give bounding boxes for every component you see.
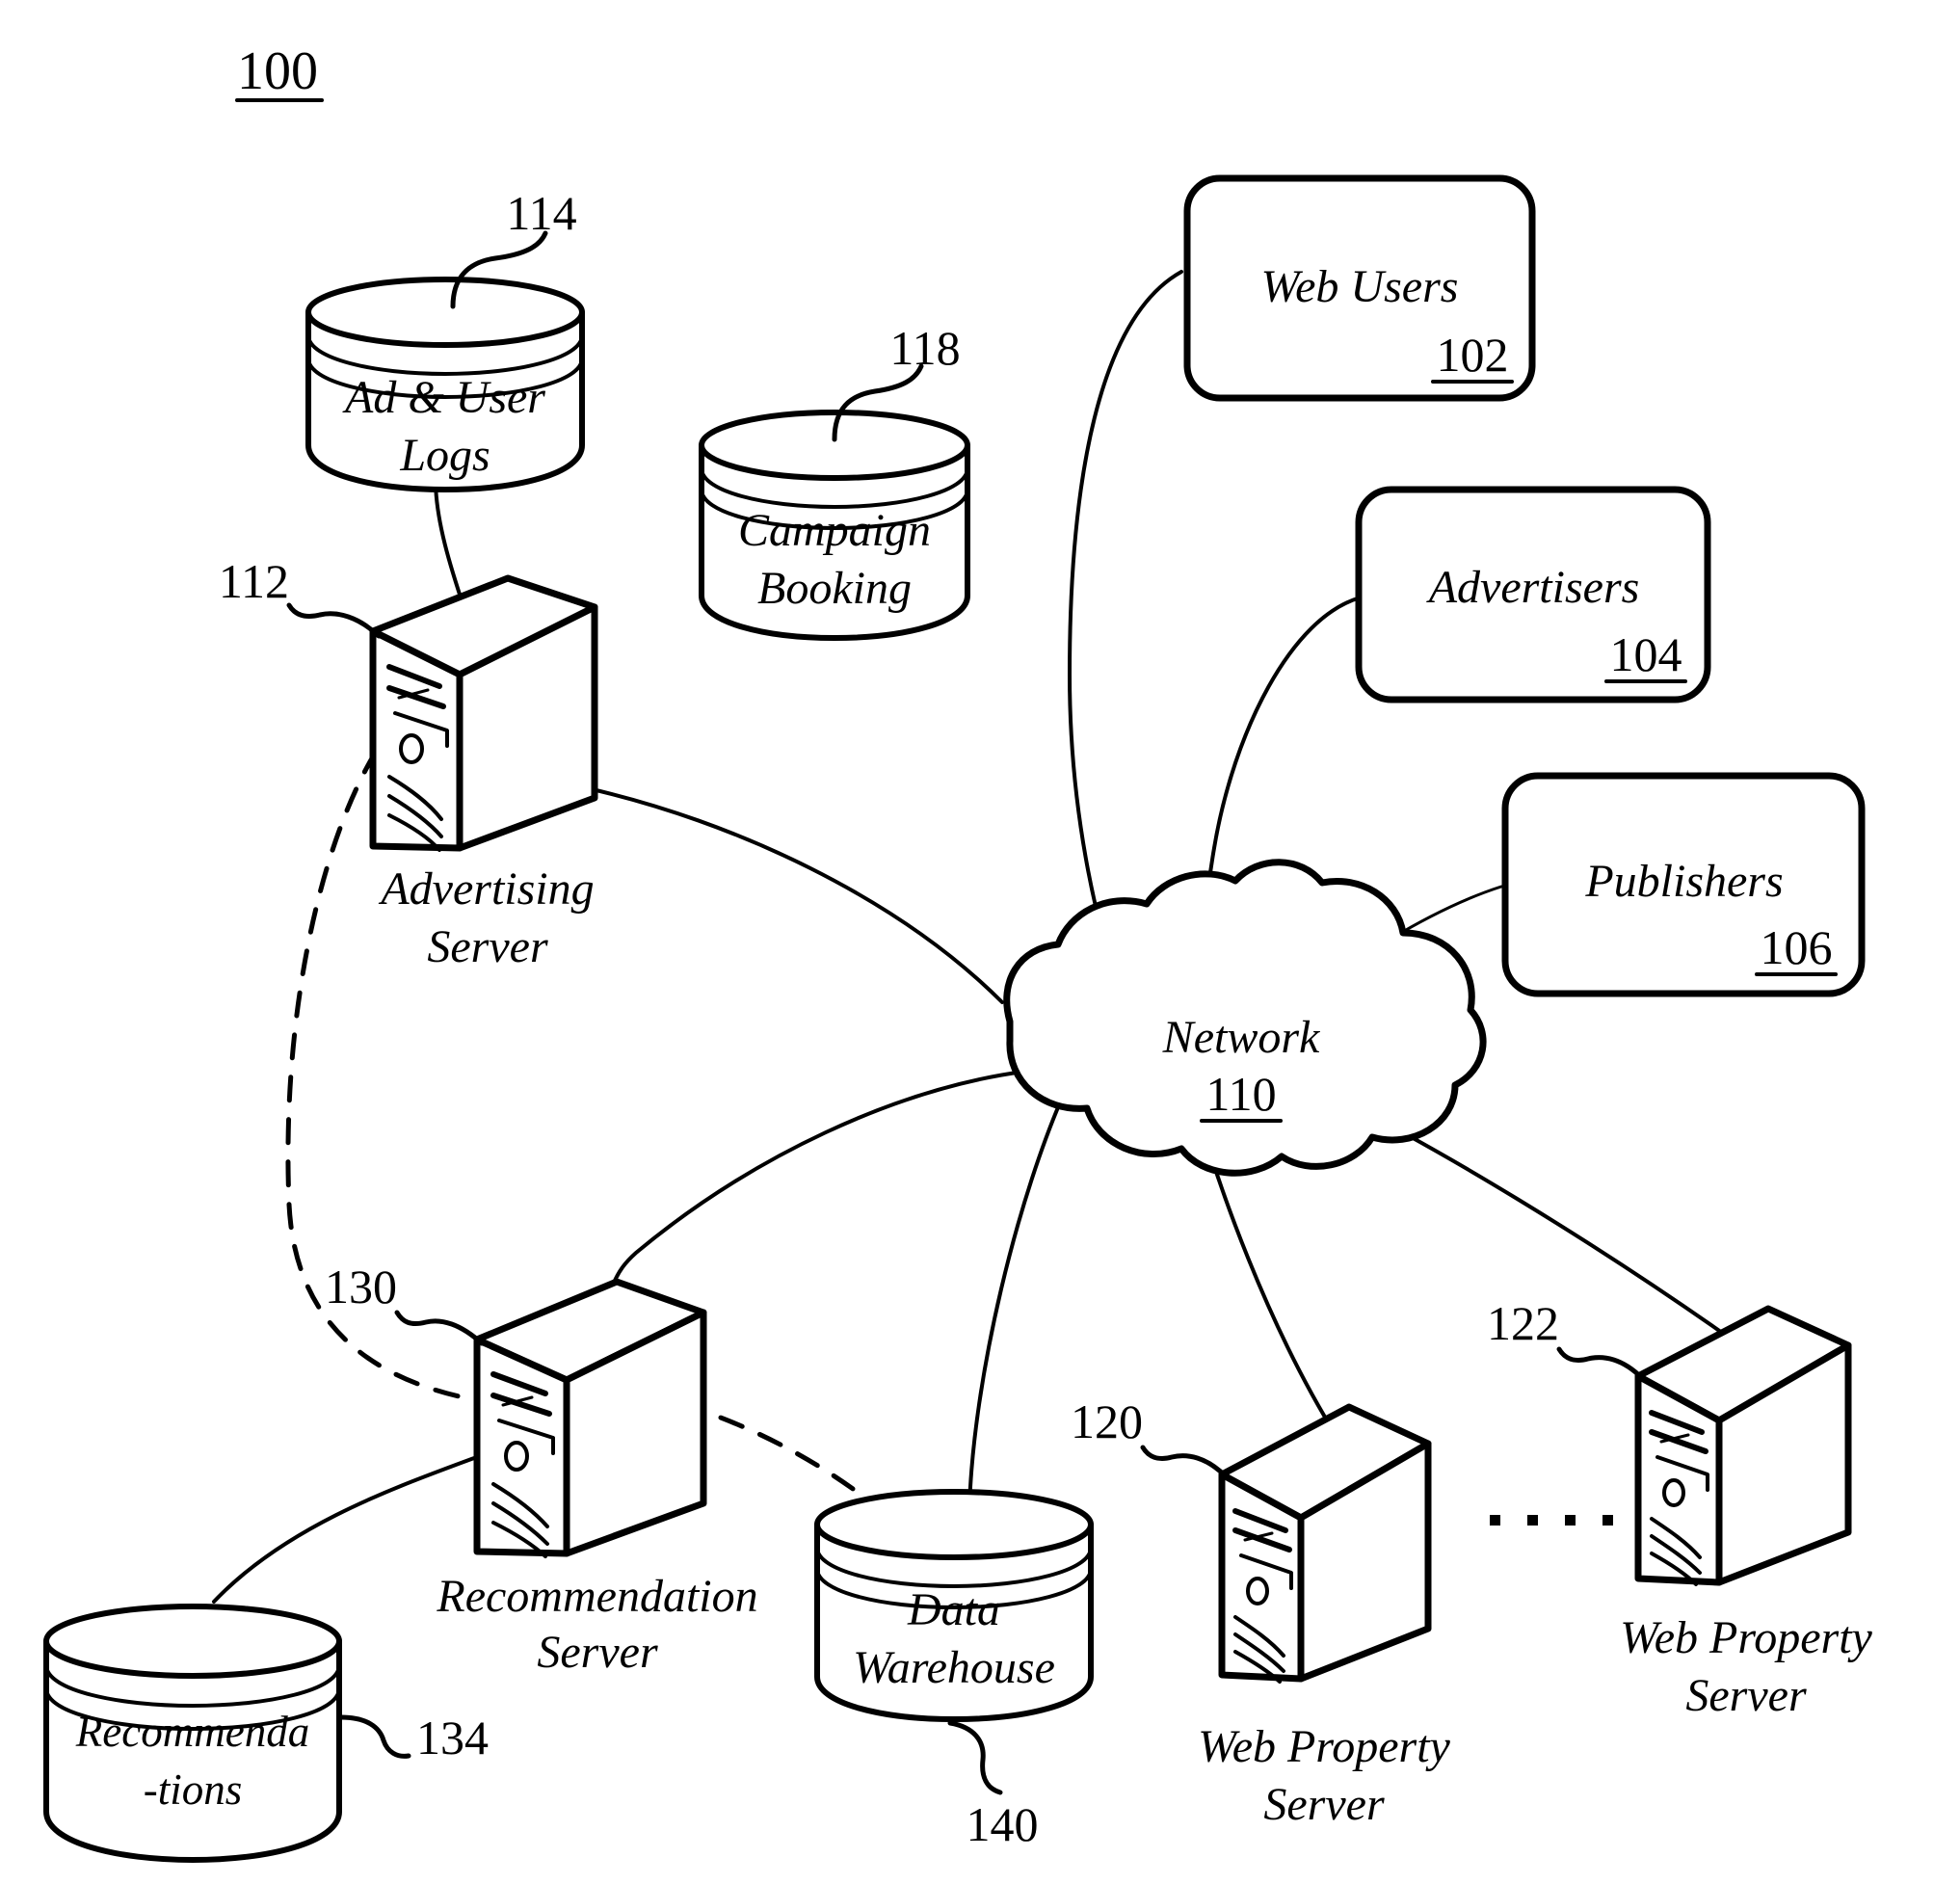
- adlogs-label-line1: Ad & User: [342, 372, 545, 423]
- publishers-ref: 106: [1755, 920, 1838, 976]
- recommendations-db[interactable]: Recommenda -tions 134: [43, 1604, 489, 1863]
- campaign-label-line1: Campaign: [738, 505, 931, 556]
- wps1-leader: [1140, 1445, 1229, 1479]
- warehouse-ref-number: 140: [967, 1797, 1039, 1851]
- warehouse-leader: [947, 1720, 1003, 1795]
- wps1-label-line2: Server: [1263, 1779, 1385, 1830]
- web-users-ref: 102: [1431, 328, 1514, 384]
- wps1-label-line1: Web Property: [1198, 1721, 1450, 1772]
- warehouse-cylinder-top: [814, 1489, 1094, 1560]
- recserver-label-line2: Server: [537, 1627, 658, 1678]
- advserver-label-line2: Server: [427, 921, 548, 972]
- adlogs-ref-number: 114: [506, 186, 576, 240]
- figure-number: 100: [235, 41, 324, 102]
- wps1-ref-number: 120: [1071, 1394, 1143, 1448]
- link-warehouse-network: [967, 1083, 1070, 1510]
- patent-figure: Network 110 Web Users 102 Advertisers 10…: [0, 0, 1960, 1884]
- figure-number-text: 100: [237, 41, 318, 101]
- recdb-leader: [338, 1714, 411, 1759]
- network-label: Network: [1162, 1012, 1321, 1063]
- data-warehouse-db[interactable]: Data Warehouse 140: [814, 1489, 1094, 1851]
- web-property-server-1-tower[interactable]: Web Property Server 120: [1071, 1394, 1451, 1830]
- advertisers-label: Advertisers: [1426, 562, 1640, 613]
- publishers-ref-number: 106: [1761, 920, 1833, 974]
- advertisers-box[interactable]: Advertisers 104: [1355, 486, 1711, 703]
- advserver-ref-number: 112: [219, 554, 289, 608]
- warehouse-label-line1: Data: [907, 1584, 1000, 1635]
- campaign-booking-db[interactable]: Campaign Booking 118: [699, 321, 970, 641]
- recdb-label-line2: -tions: [144, 1765, 243, 1814]
- ellipsis-dot: [1602, 1515, 1613, 1526]
- adlogs-label-line2: Logs: [399, 430, 490, 481]
- advertising-server-tower[interactable]: Advertising Server 112: [219, 554, 598, 972]
- system-architecture-diagram: Network 110 Web Users 102 Advertisers 10…: [43, 41, 1873, 1863]
- ad-user-logs-db[interactable]: Ad & User Logs 114: [305, 186, 585, 492]
- recdb-cylinder-top: [43, 1604, 342, 1679]
- web-users-label: Web Users: [1261, 261, 1459, 312]
- adlogs-cylinder-top: [305, 277, 585, 348]
- ellipsis-between-servers: [1490, 1515, 1613, 1526]
- campaign-label-line2: Booking: [757, 563, 912, 614]
- recserver-leader: [394, 1310, 485, 1346]
- warehouse-label-line2: Warehouse: [853, 1642, 1055, 1693]
- web-property-server-n-tower[interactable]: Web Property Server 122: [1487, 1296, 1873, 1721]
- publishers-box[interactable]: Publishers 106: [1501, 772, 1866, 997]
- wpsn-label-line2: Server: [1685, 1670, 1807, 1721]
- advserver-label-line1: Advertising: [378, 863, 594, 915]
- wpsn-leader: [1556, 1346, 1645, 1381]
- advserver-leader: [286, 602, 382, 639]
- recdb-label-line1: Recommenda: [75, 1708, 309, 1756]
- wpsn-label-line1: Web Property: [1620, 1612, 1872, 1663]
- advertisers-ref: 104: [1604, 627, 1687, 683]
- recserver-ref-number: 130: [325, 1260, 397, 1313]
- network-ref-number: 110: [1205, 1067, 1276, 1121]
- publishers-label: Publishers: [1584, 856, 1783, 907]
- network-ref: 110: [1200, 1067, 1283, 1123]
- advertisers-ref-number: 104: [1610, 627, 1682, 681]
- link-adlogs-advserver: [434, 478, 466, 611]
- network-cloud[interactable]: Network 110: [1003, 859, 1487, 1177]
- ellipsis-dot: [1565, 1515, 1576, 1526]
- ellipsis-dot: [1527, 1515, 1538, 1526]
- ellipsis-dot: [1490, 1515, 1500, 1526]
- wpsn-ref-number: 122: [1487, 1296, 1559, 1350]
- recserver-label-line1: Recommendation: [436, 1571, 757, 1622]
- link-advserver-network: [586, 786, 1004, 1004]
- recdb-ref-number: 134: [416, 1711, 489, 1765]
- web-users-ref-number: 102: [1437, 328, 1509, 382]
- web-users-box[interactable]: Web Users 102: [1183, 174, 1536, 402]
- campaign-ref-number: 118: [889, 321, 960, 375]
- recommendation-server-tower[interactable]: Recommendation Server 130: [325, 1260, 758, 1678]
